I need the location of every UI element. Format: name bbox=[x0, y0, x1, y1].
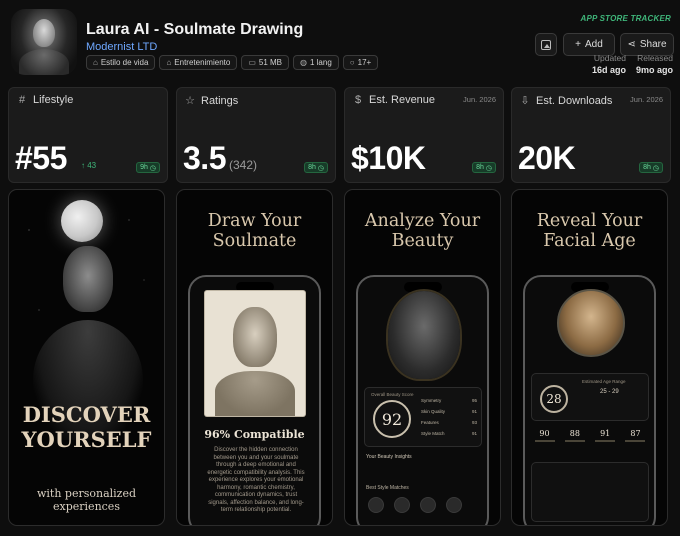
metric: 88 bbox=[561, 429, 588, 442]
tag-list: ⌂ Estilo de vida ⌂ Entretenimiento ▭ 51 MB … bbox=[86, 55, 379, 70]
age-rating-icon: ○ bbox=[349, 58, 355, 67]
screenshot-title: Reveal Your Facial Age bbox=[536, 211, 643, 251]
tag-label: 51 MB bbox=[258, 58, 282, 67]
phone-mockup: 28 Estimated Age Range 25 - 29 90 88 91 … bbox=[523, 275, 656, 525]
clock-icon: ◷ bbox=[149, 164, 156, 172]
tag-label: 1 lang bbox=[309, 58, 332, 67]
screenshot-subtitle: with personalized experiences bbox=[36, 487, 137, 513]
age-value: 28 bbox=[540, 385, 568, 413]
beauty-score-panel: Overall Beauty Score 92 Symmetry 95 Skin … bbox=[364, 387, 482, 447]
released-key: Released bbox=[637, 53, 673, 63]
compatibility-description: Discover the hidden connection between y… bbox=[207, 447, 305, 513]
download-icon: ⇩ bbox=[520, 95, 530, 107]
metric: 87 bbox=[622, 429, 649, 442]
matches-heading: Best Style Matches bbox=[366, 485, 409, 491]
portrait-image bbox=[388, 291, 460, 379]
stat-date: Jun. 2026 bbox=[630, 95, 663, 104]
rank-delta: ↑ 43 bbox=[81, 161, 97, 170]
phone-mockup: Overall Beauty Score 92 Symmetry 95 Skin … bbox=[356, 275, 489, 525]
dollar-icon: $ bbox=[354, 94, 362, 106]
tag-category-entertainment[interactable]: ⌂ Entretenimiento bbox=[159, 55, 238, 70]
add-label: Add bbox=[585, 39, 603, 50]
released-value: 9mo ago bbox=[635, 65, 673, 75]
screenshot-4[interactable]: Reveal Your Facial Age 28 Estimated Age … bbox=[511, 189, 668, 526]
app-icon[interactable] bbox=[11, 9, 77, 75]
stat-value: 20K bbox=[518, 140, 576, 176]
freshness-badge: 8h ◷ bbox=[304, 162, 328, 173]
app-icon-portrait-body bbox=[19, 49, 69, 75]
tag-label: Entretenimiento bbox=[174, 58, 231, 67]
tag-icon: ⌂ bbox=[93, 58, 98, 67]
age-panel: 28 Estimated Age Range 25 - 29 bbox=[531, 373, 649, 421]
image-button[interactable] bbox=[535, 33, 557, 56]
rating-count: (342) bbox=[228, 158, 257, 172]
screenshot-headline: DISCOVER YOURSELF bbox=[21, 402, 152, 452]
beauty-score: 92 bbox=[373, 400, 411, 438]
clock-icon: ◷ bbox=[485, 164, 492, 172]
tag-age-rating: ○ 17+ bbox=[342, 55, 379, 70]
developer-link[interactable]: Modernist LTD bbox=[86, 41, 157, 53]
stat-label: Ratings bbox=[201, 94, 239, 107]
image-icon bbox=[541, 39, 551, 50]
star-icon: ☆ bbox=[185, 95, 195, 107]
stat-value: #55 bbox=[15, 140, 67, 176]
metric: 91 bbox=[592, 429, 619, 442]
tag-size: ▭ 51 MB bbox=[241, 55, 289, 70]
app-header: Laura AI - Soulmate Drawing Modernist LT… bbox=[0, 0, 680, 84]
stat-card-downloads: ⇩ Est. Downloads Jun. 2026 20K 8h ◷ bbox=[511, 87, 671, 183]
tag-icon: ⌂ bbox=[166, 58, 172, 67]
tracker-label: APP STORE TRACKER bbox=[580, 14, 671, 23]
screenshot-title: Analyze Your Beauty bbox=[364, 211, 481, 251]
stat-card-ratings: ☆ Ratings 3.5 (342) 8h ◷ bbox=[176, 87, 336, 183]
updated-key: Updated bbox=[593, 53, 626, 63]
plus-icon: + bbox=[575, 39, 582, 50]
app-icon-portrait-head bbox=[33, 19, 55, 47]
screenshot-2[interactable]: Draw Your Soulmate 96% Compatible Discov… bbox=[176, 189, 333, 526]
age-metrics: 90 88 91 87 bbox=[531, 429, 649, 442]
tag-label: 17+ bbox=[357, 58, 372, 67]
phone-mockup: 96% Compatible Discover the hidden conne… bbox=[188, 275, 321, 525]
screenshot-title: Draw Your Soulmate bbox=[207, 211, 302, 251]
stat-card-revenue: $ Est. Revenue Jun. 2026 $10K 8h ◷ bbox=[344, 87, 504, 183]
stat-value: 3.5 (342) bbox=[183, 140, 257, 176]
insights-heading: Your Beauty Insights bbox=[366, 454, 412, 460]
screenshot-3[interactable]: Analyze Your Beauty Overall Beauty Score… bbox=[344, 189, 501, 526]
freshness-badge: 8h ◷ bbox=[639, 162, 663, 173]
moon-image bbox=[61, 200, 103, 242]
details-panel bbox=[531, 462, 649, 522]
age-label: Estimated Age Range bbox=[582, 379, 626, 384]
globe-icon: ◍ bbox=[300, 58, 307, 67]
released-meta: Released 9mo ago bbox=[636, 53, 673, 75]
sketch-portrait bbox=[205, 291, 305, 416]
storage-icon: ▭ bbox=[248, 58, 256, 67]
updated-meta: Updated 16d ago bbox=[592, 53, 626, 75]
share-icon: ⋖ bbox=[627, 39, 636, 50]
tag-languages: ◍ 1 lang bbox=[293, 55, 339, 70]
score-label: Overall Beauty Score bbox=[371, 392, 414, 397]
screenshot-1[interactable]: DISCOVER YOURSELF with personalized expe… bbox=[8, 189, 165, 526]
tag-label: Estilo de vida bbox=[100, 58, 149, 67]
compatibility-score: 96% Compatible bbox=[204, 428, 305, 441]
stat-value: $10K bbox=[351, 140, 426, 176]
age-range: 25 - 29 bbox=[600, 389, 619, 395]
clock-icon: ◷ bbox=[317, 164, 324, 172]
stat-label: Est. Revenue bbox=[369, 94, 436, 106]
stat-label: Est. Downloads bbox=[536, 94, 613, 107]
freshness-badge: 9h ◷ bbox=[136, 162, 160, 173]
freshness-badge: 8h ◷ bbox=[472, 162, 496, 173]
tag-category-lifestyle[interactable]: ⌂ Estilo de vida bbox=[86, 55, 156, 70]
stat-card-rank: # Lifestyle #55 ↑ 43 9h ◷ bbox=[8, 87, 168, 183]
stat-label: Lifestyle bbox=[33, 94, 74, 106]
share-label: Share bbox=[639, 39, 667, 50]
metric: 90 bbox=[531, 429, 558, 442]
portrait-image bbox=[557, 289, 625, 357]
clock-icon: ◷ bbox=[652, 164, 659, 172]
style-match-thumbnails bbox=[368, 497, 462, 513]
stat-date: Jun. 2026 bbox=[463, 95, 496, 104]
app-title: Laura AI - Soulmate Drawing bbox=[86, 21, 304, 38]
updated-value: 16d ago bbox=[591, 65, 626, 75]
hash-icon: # bbox=[18, 94, 26, 106]
